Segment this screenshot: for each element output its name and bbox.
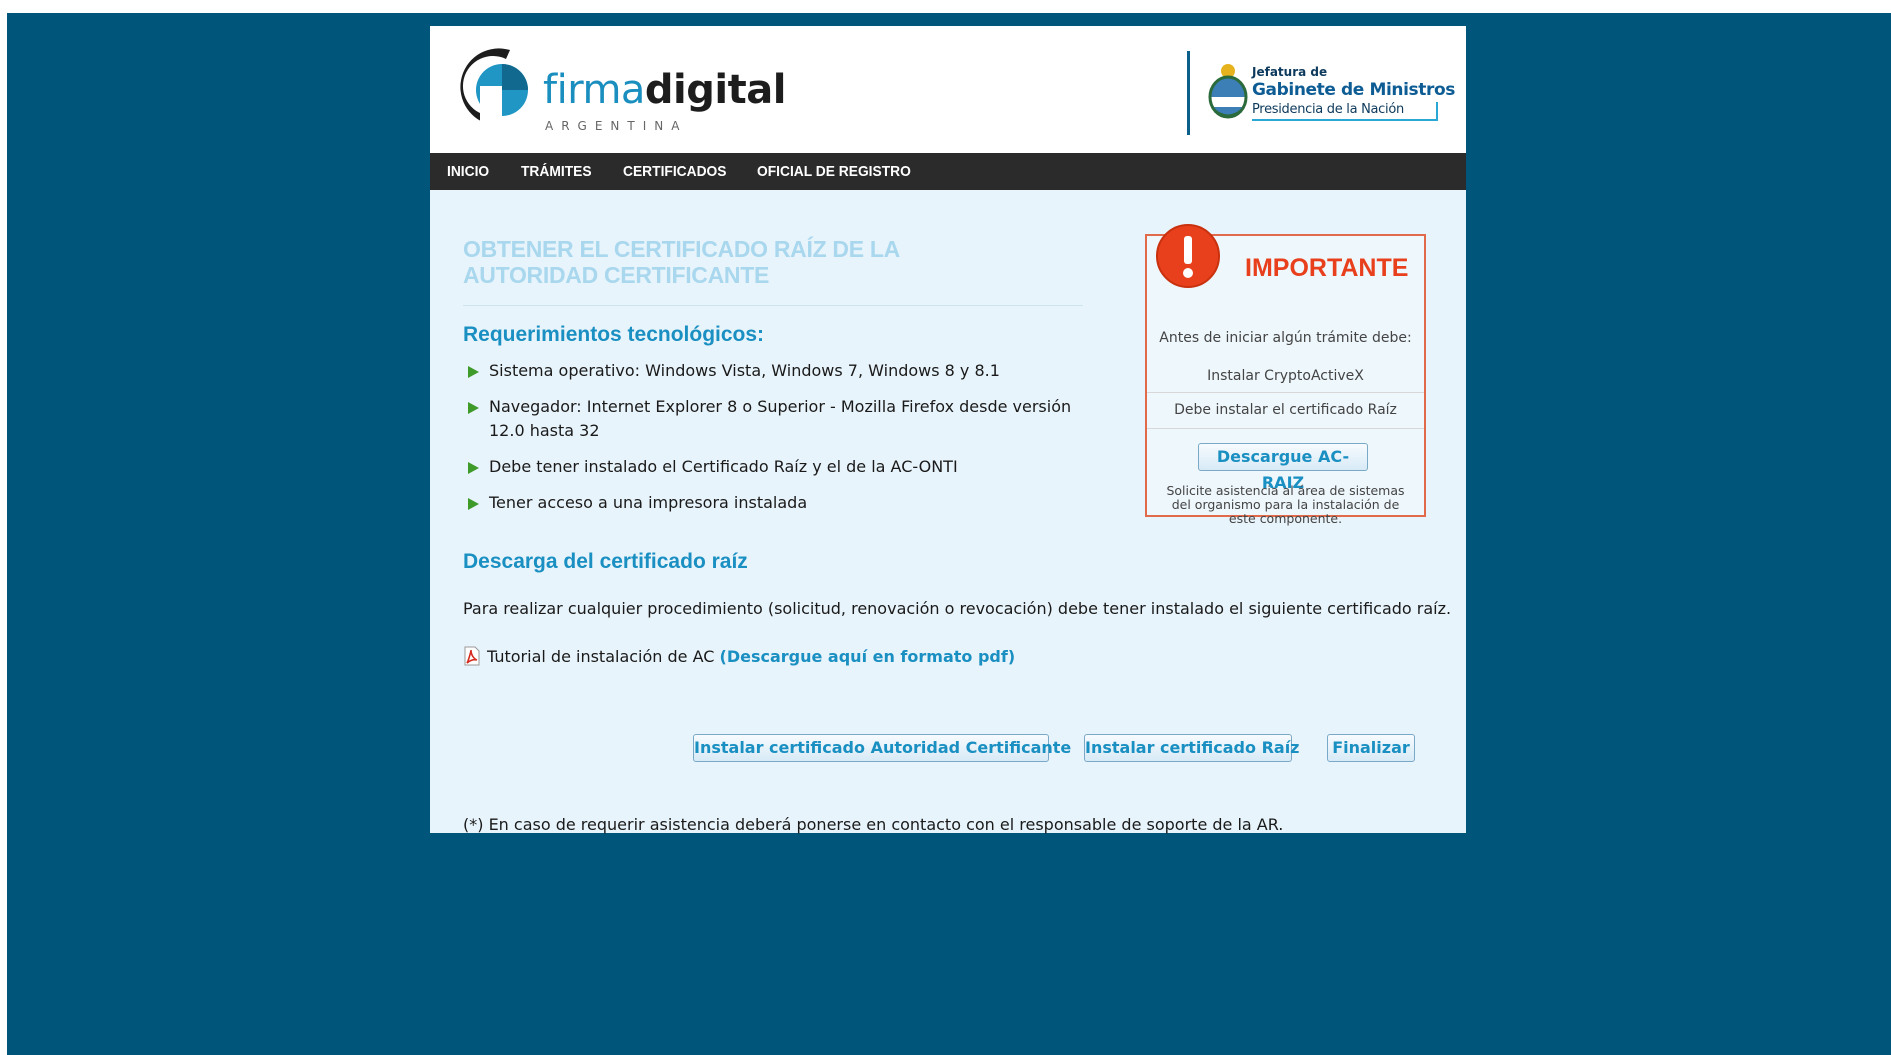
requirements-list: Sistema operativo: Windows Vista, Window… xyxy=(463,359,1103,527)
page-title: OBTENER EL CERTIFICADO RAÍZ DE LA AUTORI… xyxy=(463,236,900,288)
download-description: Para realizar cualquier procedimiento (s… xyxy=(463,599,1452,618)
title-divider xyxy=(463,305,1083,306)
firma-digital-logo-icon xyxy=(460,48,528,130)
important-intro: Antes de iniciar algún trámite debe: xyxy=(1159,330,1412,346)
header: firmadigital ARGENTINA Jefatura de Gabin… xyxy=(430,26,1466,153)
important-divider xyxy=(1147,392,1424,393)
logo-subtitle: ARGENTINA xyxy=(545,119,688,133)
list-item: Navegador: Internet Explorer 8 o Superio… xyxy=(463,395,1103,443)
gob-presidencia: Presidencia de la Nación xyxy=(1252,102,1404,117)
finish-button[interactable]: Finalizar xyxy=(1327,734,1415,762)
list-item: Debe tener instalado el Certificado Raíz… xyxy=(463,455,1103,479)
main-page: firmadigital ARGENTINA Jefatura de Gabin… xyxy=(430,26,1466,834)
nav-item-certificados[interactable]: CERTIFICADOS xyxy=(623,153,727,190)
important-item-cryptoactivex: Instalar CryptoActiveX xyxy=(1207,368,1364,384)
list-item: Tener acceso a una impresora instalada xyxy=(463,491,1103,515)
tutorial-line: Tutorial de instalación de AC (Descargue… xyxy=(463,646,1015,666)
firma-digital-logo-text: firmadigital xyxy=(543,67,786,113)
list-item: Sistema operativo: Windows Vista, Window… xyxy=(463,359,1103,383)
tutorial-pdf-link[interactable]: (Descargue aquí en formato pdf) xyxy=(720,647,1016,666)
exclamation-icon xyxy=(1156,224,1220,288)
important-note: Solicite asistencia al área de sistemas … xyxy=(1166,483,1405,526)
gob-underline-end xyxy=(1436,102,1438,121)
important-title: IMPORTANTE xyxy=(1245,254,1409,282)
nav-item-inicio[interactable]: INICIO xyxy=(447,153,489,190)
gob-underline xyxy=(1252,119,1437,121)
nav-item-oficial-de-registro[interactable]: OFICIAL DE REGISTRO xyxy=(757,153,911,190)
requirements-heading: Requerimientos tecnológicos: xyxy=(463,323,765,346)
nav-item-tramites[interactable]: TRÁMITES xyxy=(521,153,592,190)
install-raiz-button[interactable]: Instalar certificado Raíz xyxy=(1084,734,1299,762)
gob-gabinete: Gabinete de Ministros xyxy=(1252,80,1455,100)
footnote: (*) En caso de requerir asistencia deber… xyxy=(463,815,1284,834)
install-ac-button[interactable]: Instalar certificado Autoridad Certifica… xyxy=(693,734,1071,762)
national-seal-icon xyxy=(1208,64,1248,119)
important-item-certificado: Debe instalar el certificado Raíz xyxy=(1174,402,1397,418)
bullet-arrow-icon xyxy=(468,498,479,510)
gob-jefatura: Jefatura de xyxy=(1252,65,1328,79)
bullet-arrow-icon xyxy=(468,366,479,378)
download-ac-raiz-button[interactable]: Descargue AC-RAIZ xyxy=(1198,443,1368,492)
bullet-arrow-icon xyxy=(468,402,479,414)
pdf-icon xyxy=(464,646,480,666)
download-heading: Descarga del certificado raíz xyxy=(463,550,748,573)
main-nav: INICIO TRÁMITES CERTIFICADOS OFICIAL DE … xyxy=(430,153,1466,190)
bullet-arrow-icon xyxy=(468,462,479,474)
tutorial-text: Tutorial de instalación de AC xyxy=(487,647,715,666)
important-divider xyxy=(1147,428,1424,429)
header-divider xyxy=(1187,51,1190,135)
